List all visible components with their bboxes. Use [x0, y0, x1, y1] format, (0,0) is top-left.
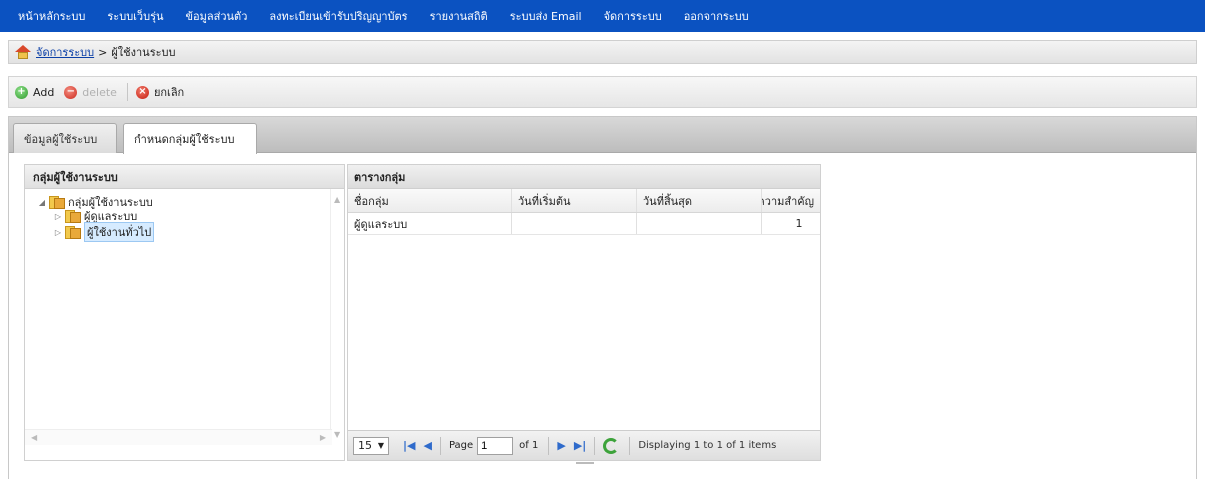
column-header-name[interactable]: ชื่อกลุ่ม [348, 189, 512, 212]
next-page-icon[interactable]: ▶ [557, 439, 565, 452]
add-label: Add [33, 85, 55, 99]
cancel-button[interactable]: × ยกเลิก [135, 83, 185, 101]
nav-admin[interactable]: จัดการระบบ [604, 7, 662, 25]
nav-email[interactable]: ระบบส่ง Email [510, 7, 582, 25]
pager-separator [439, 436, 441, 455]
folder-icon [49, 195, 65, 209]
group-grid-panel: ตารางกลุ่ม ชื่อกลุ่ม วันที่เริ่มต้น วันท… [347, 164, 821, 464]
cancel-label: ยกเลิก [153, 86, 185, 99]
tree-node-label: ผู้ใช้งานทั่วไป [84, 222, 155, 242]
table-row[interactable]: ผู้ดูแลระบบ 1 [348, 213, 820, 235]
nav-statistics[interactable]: รายงานสถิติ [430, 7, 488, 25]
toolbar-separator [126, 83, 128, 101]
toolbar: + Add − delete × ยกเลิก [8, 76, 1197, 108]
delete-icon: − [64, 85, 78, 99]
scroll-left-icon[interactable]: ◀ [31, 433, 37, 442]
delete-button[interactable]: − delete [64, 85, 117, 99]
nav-logout[interactable]: ออกจากระบบ [684, 7, 749, 25]
display-info: Displaying 1 to 1 of 1 items [638, 440, 777, 451]
resize-grip-icon[interactable] [576, 462, 594, 464]
scroll-down-icon[interactable]: ▼ [334, 430, 340, 439]
expand-arrow-icon[interactable]: ▷ [53, 212, 63, 221]
tree-vertical-scrollbar[interactable]: ▲ ▼ [330, 189, 344, 445]
chevron-down-icon: ▼ [377, 441, 384, 450]
pager-separator [594, 436, 596, 455]
page-size-select[interactable]: 15 ▼ [353, 436, 389, 455]
cell-name: ผู้ดูแลระบบ [348, 213, 512, 234]
scroll-right-icon[interactable]: ▶ [320, 433, 326, 442]
cell-start-date [512, 213, 637, 234]
add-button[interactable]: + Add [15, 85, 55, 99]
tab-strip: ข้อมูลผู้ใช้ระบบ กำหนดกลุ่มผู้ใช้ระบบ [9, 117, 1196, 154]
collapse-arrow-icon[interactable]: ◢ [37, 198, 47, 207]
nav-home[interactable]: หน้าหลักระบบ [18, 7, 85, 25]
cell-priority: 1 [795, 217, 803, 230]
tree-title: กลุ่มผู้ใช้งานระบบ [25, 165, 344, 189]
column-header-start-date[interactable]: วันที่เริ่มต้น [512, 189, 637, 212]
grid-title: ตารางกลุ่ม [348, 165, 820, 189]
folder-icon [65, 225, 81, 239]
column-header-end-date[interactable]: วันที่สิ้นสุด [637, 189, 762, 212]
tree-horizontal-scrollbar[interactable]: ◀ ▶ [25, 429, 332, 445]
refresh-icon[interactable] [603, 437, 620, 454]
nav-web-version[interactable]: ระบบเว็บรุ่น [107, 7, 163, 25]
page-size-value: 15 [358, 439, 372, 452]
prev-page-icon[interactable]: ◀ [423, 439, 431, 452]
pager-separator [548, 436, 550, 455]
pager: 15 ▼ |◀ ◀ Page of 1 ▶ ▶| Displaying 1 to… [348, 430, 820, 464]
nav-graduation-register[interactable]: ลงทะเบียนเข้ารับปริญญาบัตร [269, 7, 407, 25]
tree-node-admin[interactable]: ▷ ผู้ดูแลระบบ [53, 209, 137, 223]
tab-user-info[interactable]: ข้อมูลผู้ใช้ระบบ [13, 123, 117, 153]
top-nav: หน้าหลักระบบ ระบบเว็บรุ่น ข้อมูลส่วนตัว … [0, 0, 1205, 32]
folder-icon [65, 209, 81, 223]
tab-user-groups[interactable]: กำหนดกลุ่มผู้ใช้ระบบ [123, 123, 257, 154]
column-header-priority[interactable]: ความสำคัญ [762, 189, 820, 212]
page-number-input[interactable] [477, 436, 514, 455]
breadcrumb-separator: > [98, 45, 108, 59]
page-of-label: of 1 [519, 440, 539, 451]
pager-separator [629, 436, 631, 455]
nav-profile[interactable]: ข้อมูลส่วนตัว [186, 7, 248, 25]
tree-body: ◢ กลุ่มผู้ใช้งานระบบ ▷ ผู้ดูแลระบบ ▷ ผู้… [25, 189, 344, 445]
expand-arrow-icon[interactable]: ▷ [53, 228, 63, 237]
scroll-up-icon[interactable]: ▲ [334, 195, 340, 204]
add-icon: + [15, 85, 28, 99]
tree-node-general[interactable]: ▷ ผู้ใช้งานทั่วไป [53, 222, 155, 242]
page-label: Page [448, 440, 474, 451]
delete-label: delete [82, 85, 117, 99]
breadcrumb: จัดการระบบ > ผู้ใช้งานระบบ [8, 40, 1197, 64]
grid-header: ชื่อกลุ่ม วันที่เริ่มต้น วันที่สิ้นสุด ค… [348, 189, 820, 213]
group-tree-panel: กลุ่มผู้ใช้งานระบบ ◢ กลุ่มผู้ใช้งานระบบ … [24, 164, 345, 461]
breadcrumb-current: ผู้ใช้งานระบบ [111, 46, 176, 59]
breadcrumb-link-admin[interactable]: จัดการระบบ [36, 43, 94, 61]
last-page-icon[interactable]: ▶| [574, 439, 586, 452]
cancel-icon: × [135, 85, 149, 99]
first-page-icon[interactable]: |◀ [403, 439, 415, 452]
home-icon[interactable] [15, 45, 31, 59]
cell-end-date [637, 213, 762, 234]
